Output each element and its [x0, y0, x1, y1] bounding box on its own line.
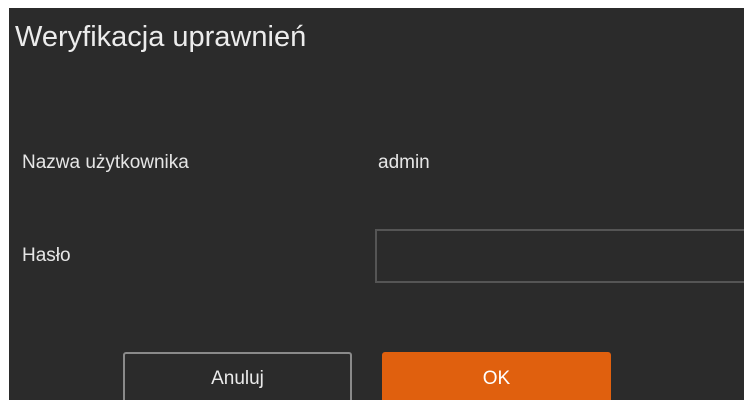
password-input[interactable] — [375, 229, 744, 283]
username-label: Nazwa użytkownika — [22, 152, 189, 173]
cancel-button[interactable]: Anuluj — [123, 352, 352, 400]
dialog-title: Weryfikacja uprawnień — [15, 21, 307, 53]
ok-button[interactable]: OK — [382, 352, 611, 400]
password-label: Hasło — [22, 245, 71, 266]
permission-verification-dialog: Weryfikacja uprawnień Nazwa użytkownika … — [9, 8, 744, 400]
username-value: admin — [378, 152, 430, 173]
